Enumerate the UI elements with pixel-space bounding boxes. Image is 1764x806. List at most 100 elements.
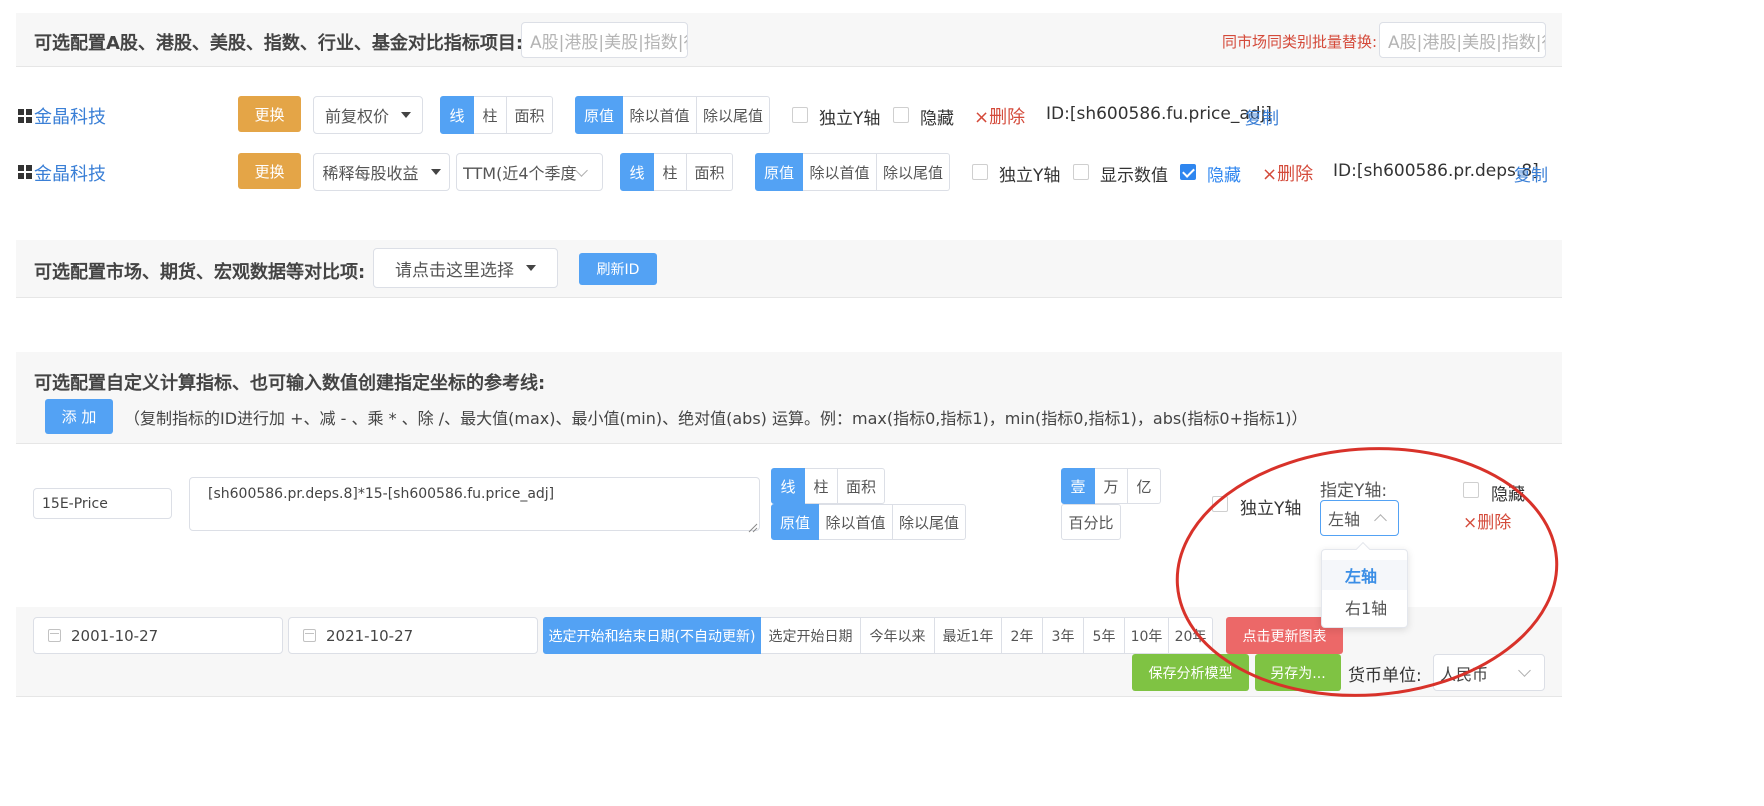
metric-select[interactable]: 稀释每股收益 — [313, 153, 450, 191]
dropdown-option-left-axis[interactable]: 左轴 — [1322, 560, 1407, 590]
custom-config-panel — [16, 352, 1562, 444]
currency-label: 货币单位: — [1348, 666, 1422, 686]
delete-button[interactable]: ×删除 — [1463, 508, 1511, 533]
start-date-input[interactable]: 2001-10-27 — [33, 617, 283, 654]
value-mode-raw[interactable]: 原值 — [575, 96, 623, 134]
y-axis-select[interactable]: 左轴 — [1320, 500, 1399, 536]
currency-select[interactable]: 人民币 — [1433, 654, 1545, 691]
market-config-label: 可选配置市场、期货、宏观数据等对比项: — [34, 262, 366, 283]
show-value-label: 显示数值 — [1100, 166, 1168, 186]
period-select-value: TTM(近4个季度累 — [463, 164, 577, 183]
value-mode-group: 原值 除以首值 除以尾值 — [755, 153, 950, 191]
percent-button[interactable]: 百分比 — [1061, 504, 1121, 540]
end-date-value: 2021-10-27 — [326, 626, 414, 645]
hide-label: 隐藏 — [1491, 485, 1525, 505]
range-2y[interactable]: 2年 — [1002, 617, 1043, 654]
hide-label: 隐藏 — [1207, 166, 1241, 186]
hide-checkbox[interactable] — [1463, 482, 1479, 498]
range-from-start[interactable]: 选定开始日期 — [761, 617, 861, 654]
delete-button[interactable]: ×删除 — [974, 103, 1025, 129]
unit-wan[interactable]: 万 — [1095, 468, 1128, 504]
delete-button[interactable]: ×删除 — [1262, 160, 1313, 186]
range-ytd[interactable]: 今年以来 — [861, 617, 935, 654]
hide-checkbox[interactable] — [893, 107, 909, 123]
calendar-icon — [48, 629, 61, 642]
metric-select-value: 稀释每股收益 — [322, 164, 419, 183]
calendar-icon — [303, 629, 316, 642]
dropdown-option-right-axis[interactable]: 右1轴 — [1322, 592, 1407, 622]
end-date-input[interactable]: 2021-10-27 — [288, 617, 538, 654]
start-date-value: 2001-10-27 — [71, 626, 159, 645]
caret-down-icon — [526, 265, 536, 271]
value-mode-raw[interactable]: 原值 — [755, 153, 803, 191]
value-mode-div-first[interactable]: 除以首值 — [623, 96, 697, 134]
custom-hint-text: （复制指标的ID进行加 +、减 - 、乘 * 、除 /、最大值(max)、最小值… — [124, 409, 1308, 428]
save-as-button[interactable]: 另存为... — [1255, 654, 1341, 691]
hide-label: 隐藏 — [920, 109, 954, 129]
value-mode-div-last[interactable]: 除以尾值 — [893, 504, 966, 540]
add-indicator-button[interactable]: 添 加 — [45, 399, 113, 434]
hide-checkbox[interactable] — [1180, 164, 1196, 180]
show-value-checkbox[interactable] — [1073, 164, 1089, 180]
chart-type-line[interactable]: 线 — [620, 153, 654, 191]
chart-type-group: 线 柱 面积 — [440, 96, 553, 134]
replace-button[interactable]: 更换 — [238, 153, 301, 189]
range-3y[interactable]: 3年 — [1043, 617, 1084, 654]
chart-type-bar[interactable]: 柱 — [654, 153, 687, 191]
value-mode-div-last[interactable]: 除以尾值 — [877, 153, 950, 191]
custom-formula-textarea[interactable]: [sh600586.pr.deps.8]*15-[sh600586.fu.pri… — [189, 477, 760, 531]
range-20y[interactable]: 20年 — [1169, 617, 1213, 654]
copy-id-link[interactable]: 复制 — [1245, 104, 1279, 129]
independent-y-label: 独立Y轴 — [819, 109, 881, 129]
unit-one[interactable]: 壹 — [1061, 468, 1095, 504]
unit-yi[interactable]: 亿 — [1128, 468, 1161, 504]
indicator-name-link[interactable]: 金晶科技 — [34, 160, 106, 186]
dropdown-arrow — [1355, 541, 1371, 557]
currency-select-value: 人民币 — [1440, 664, 1489, 684]
stock-search-input[interactable]: A股|港股|美股|指数|行业 — [521, 22, 688, 58]
value-mode-raw[interactable]: 原值 — [771, 504, 819, 540]
independent-y-checkbox[interactable] — [1212, 496, 1228, 512]
period-select[interactable]: TTM(近4个季度累 — [456, 153, 603, 191]
chart-type-area[interactable]: 面积 — [838, 468, 885, 504]
drag-handle-icon[interactable] — [18, 108, 32, 123]
date-range-group: 选定开始和结束日期(不自动更新) 选定开始日期 今年以来 最近1年 2年 3年 … — [543, 617, 1213, 654]
save-model-button[interactable]: 保存分析模型 — [1132, 654, 1249, 691]
value-mode-div-last[interactable]: 除以尾值 — [697, 96, 770, 134]
chart-type-area[interactable]: 面积 — [687, 153, 733, 191]
market-select[interactable]: 请点击这里选择 — [373, 248, 558, 288]
value-mode-div-first[interactable]: 除以首值 — [803, 153, 877, 191]
chart-type-line[interactable]: 线 — [771, 468, 805, 504]
unit-group: 壹 万 亿 — [1061, 468, 1161, 504]
market-select-placeholder: 请点击这里选择 — [395, 260, 514, 281]
chart-type-bar[interactable]: 柱 — [474, 96, 507, 134]
independent-y-checkbox[interactable] — [792, 107, 808, 123]
independent-y-label: 独立Y轴 — [1240, 499, 1302, 519]
copy-id-link[interactable]: 复制 — [1514, 161, 1548, 186]
indicator-id-text: ID:[sh600586.pr.deps.8] — [1333, 161, 1539, 181]
chart-type-area[interactable]: 面积 — [507, 96, 553, 134]
value-mode-div-first[interactable]: 除以首值 — [819, 504, 893, 540]
range-1y[interactable]: 最近1年 — [935, 617, 1002, 654]
indicator-id-text: ID:[sh600586.fu.price_adj] — [1046, 104, 1272, 124]
chevron-up-icon — [1374, 513, 1387, 527]
custom-name-input[interactable]: 15E-Price — [33, 488, 172, 519]
drag-handle-icon[interactable] — [18, 164, 32, 179]
replace-button[interactable]: 更换 — [238, 96, 301, 132]
range-5y[interactable]: 5年 — [1084, 617, 1125, 654]
caret-down-icon — [430, 169, 441, 175]
chart-type-bar[interactable]: 柱 — [805, 468, 838, 504]
y-axis-select-value: 左轴 — [1328, 510, 1361, 529]
range-custom[interactable]: 选定开始和结束日期(不自动更新) — [543, 617, 761, 654]
range-10y[interactable]: 10年 — [1125, 617, 1169, 654]
chart-type-line[interactable]: 线 — [440, 96, 474, 134]
refresh-id-button[interactable]: 刷新ID — [579, 253, 657, 285]
batch-replace-label: 同市场同类别批量替换: — [1222, 33, 1378, 51]
resize-handle-icon[interactable] — [748, 518, 758, 533]
chart-type-group: 线 柱 面积 — [771, 468, 885, 504]
indicator-name-link[interactable]: 金晶科技 — [34, 103, 106, 129]
independent-y-checkbox[interactable] — [972, 164, 988, 180]
metric-select[interactable]: 前复权价 — [313, 96, 423, 134]
batch-replace-input[interactable]: A股|港股|美股|指数|行业 — [1379, 22, 1546, 58]
stock-config-label: 可选配置A股、港股、美股、指数、行业、基金对比指标项目: — [34, 33, 524, 54]
